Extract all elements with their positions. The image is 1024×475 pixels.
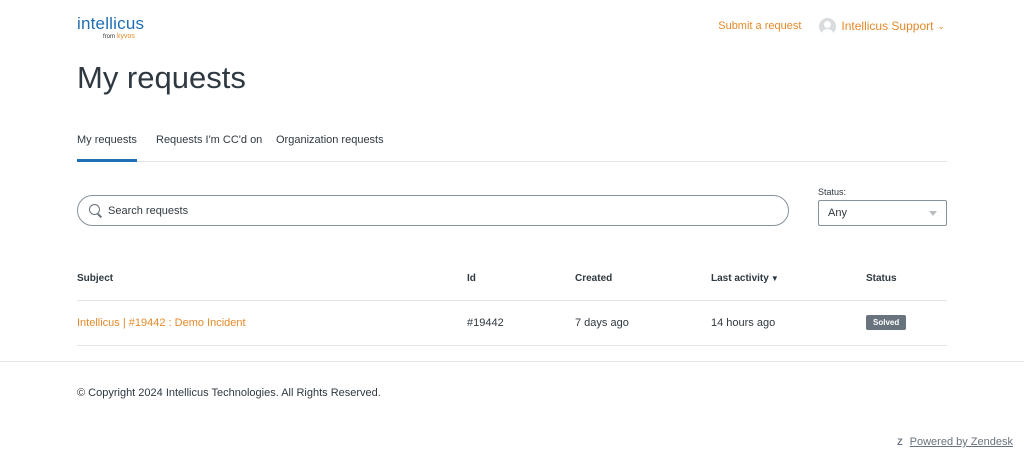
search-box [77,195,789,226]
tab-my-requests[interactable]: My requests [77,134,137,162]
requests-table: Subject Id Created Last activity ▼ Status… [77,262,947,346]
sort-desc-icon: ▼ [770,274,779,283]
request-last-activity: 14 hours ago [711,317,776,329]
request-id: #19442 [467,317,504,329]
logo[interactable]: intellicus from kyvos [77,14,147,42]
caret-down-icon [929,210,937,216]
column-header-created[interactable]: Created [575,273,612,284]
avatar [819,17,837,35]
submit-request-link[interactable]: Submit a request [718,20,801,32]
chevron-down-icon: ⌄ [937,20,945,31]
powered-by: Z Powered by Zendesk [897,436,1013,448]
search-icon [89,204,102,217]
logo-subtitle: from kyvos [103,33,135,40]
column-header-id[interactable]: Id [467,273,476,284]
page-title: My requests [77,60,246,95]
status-filter-select[interactable]: Any [818,200,947,226]
user-name: Intellicus Support [841,19,934,33]
logo-text: intellicus [77,14,145,33]
request-created: 7 days ago [575,317,629,329]
column-header-last-activity[interactable]: Last activity ▼ [711,273,779,284]
copyright-text: © Copyright 2024 Intellicus Technologies… [77,387,381,399]
status-badge: Solved [866,315,907,330]
column-header-status[interactable]: Status [866,273,897,284]
search-input[interactable] [108,204,748,217]
status-filter-value: Any [828,207,847,219]
table-header: Subject Id Created Last activity ▼ Status [77,262,947,301]
table-row: Intellicus | #19442 : Demo Incident #194… [77,301,947,346]
request-subject-link[interactable]: Intellicus | #19442 : Demo Incident [77,317,246,329]
user-menu[interactable]: Intellicus Support ⌄ [819,17,945,35]
status-filter-label: Status: [818,187,847,197]
zendesk-icon: Z [897,437,902,447]
tab-ccd-requests[interactable]: Requests I'm CC'd on [156,134,262,146]
column-header-subject[interactable]: Subject [77,273,113,284]
logo-brand: kyvos [117,33,135,40]
tab-organization-requests[interactable]: Organization requests [276,134,384,146]
header-nav: Submit a request Intellicus Support ⌄ [718,17,945,35]
powered-by-zendesk-link[interactable]: Powered by Zendesk [910,436,1013,448]
footer-divider [0,361,1024,362]
request-tabs: My requests Requests I'm CC'd on Organiz… [77,130,947,162]
